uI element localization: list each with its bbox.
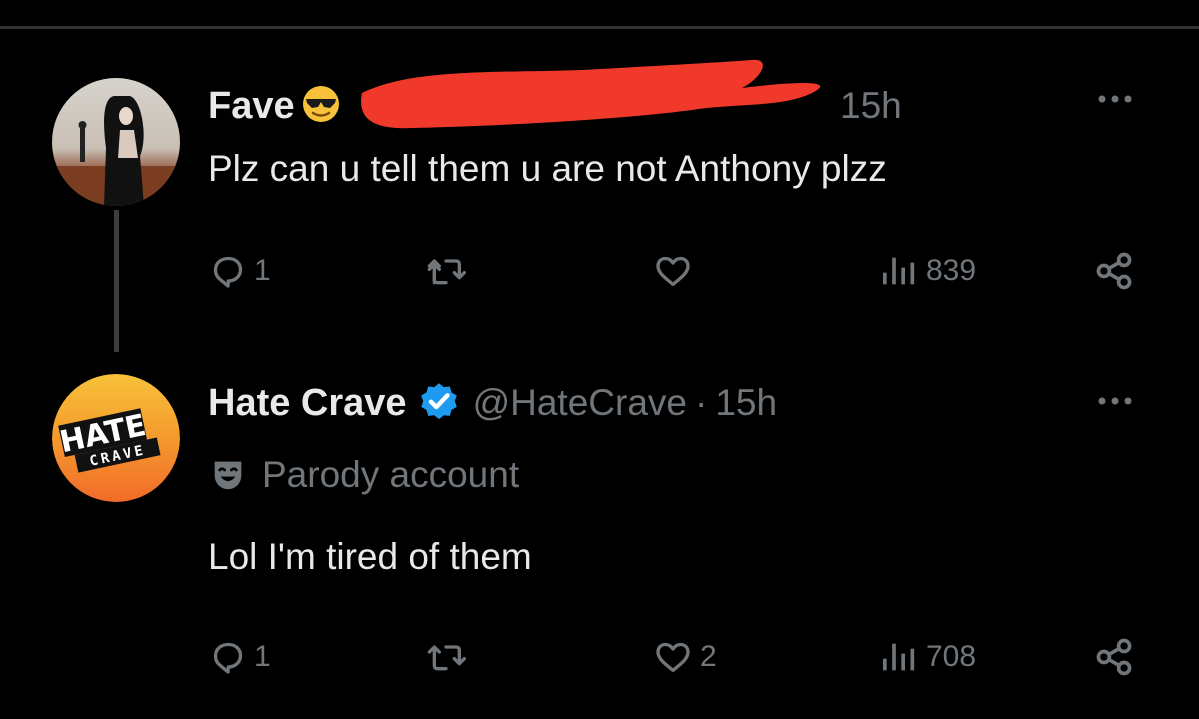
like-icon <box>656 642 690 672</box>
retweet-icon <box>427 259 466 285</box>
share-icon <box>1096 252 1132 290</box>
avatar-photo-icon <box>52 78 180 206</box>
reply-count: 1 <box>254 640 271 673</box>
like-count: 2 <box>700 640 717 673</box>
parody-mask-icon <box>214 461 242 490</box>
view-count: 708 <box>926 640 977 673</box>
retweet-button[interactable] <box>424 632 468 682</box>
reply-button[interactable]: 1 <box>208 246 271 296</box>
avatar-hatecrave[interactable]: HATE CRAVE <box>52 374 180 502</box>
tweet-actions: 1 839 <box>0 246 1199 296</box>
top-divider <box>0 26 1199 29</box>
tweet-hatecrave[interactable]: HATE CRAVE Hate Crave @HateCrave · 15h P… <box>0 360 1199 719</box>
like-button[interactable]: 2 <box>652 632 717 682</box>
share-button[interactable] <box>1092 246 1136 296</box>
more-icon <box>1098 95 1132 103</box>
reply-icon <box>213 256 243 288</box>
like-button[interactable] <box>652 246 700 296</box>
tweet-header: Fave <box>208 84 341 128</box>
tweet-header: Hate Crave @HateCrave · 15h <box>208 380 777 426</box>
tweet-time[interactable]: 15h <box>840 84 902 128</box>
tweet-text: Plz can u tell them u are not Anthony pl… <box>208 148 887 189</box>
share-icon <box>1096 638 1132 676</box>
views-button[interactable]: 708 <box>876 632 976 682</box>
tweet-text: Lol I'm tired of them <box>208 536 532 577</box>
like-icon <box>656 256 690 286</box>
separator: · <box>694 382 708 423</box>
retweet-button[interactable] <box>424 246 468 296</box>
tweet-actions: 1 2 708 <box>0 632 1199 682</box>
more-button[interactable] <box>1090 84 1140 114</box>
views-icon <box>883 643 915 671</box>
parody-label: Parody account <box>262 454 520 495</box>
hatecrave-logo-icon: HATE CRAVE <box>52 374 180 502</box>
more-button[interactable] <box>1090 386 1140 416</box>
view-count: 839 <box>926 254 977 287</box>
views-button[interactable]: 839 <box>876 246 976 296</box>
verified-icon <box>417 379 461 428</box>
views-icon <box>883 257 915 285</box>
redaction-scribble <box>361 59 821 129</box>
reply-icon <box>213 642 243 674</box>
reply-button[interactable]: 1 <box>208 632 271 682</box>
reply-count: 1 <box>254 254 271 287</box>
avatar-fave[interactable] <box>52 78 180 206</box>
tweet-fave[interactable]: Fave 15h Plz can u tell them u are not A… <box>0 59 1199 360</box>
handle[interactable]: @HateCrave <box>473 382 687 424</box>
parody-label-row: Parody account <box>208 454 519 496</box>
retweet-icon <box>427 645 466 671</box>
tweet-time[interactable]: 15h <box>715 382 777 424</box>
display-name[interactable]: Hate Crave <box>208 382 407 425</box>
more-icon <box>1098 397 1132 405</box>
sunglasses-emoji <box>301 84 341 129</box>
display-name[interactable]: Fave <box>208 85 295 128</box>
share-button[interactable] <box>1092 632 1136 682</box>
